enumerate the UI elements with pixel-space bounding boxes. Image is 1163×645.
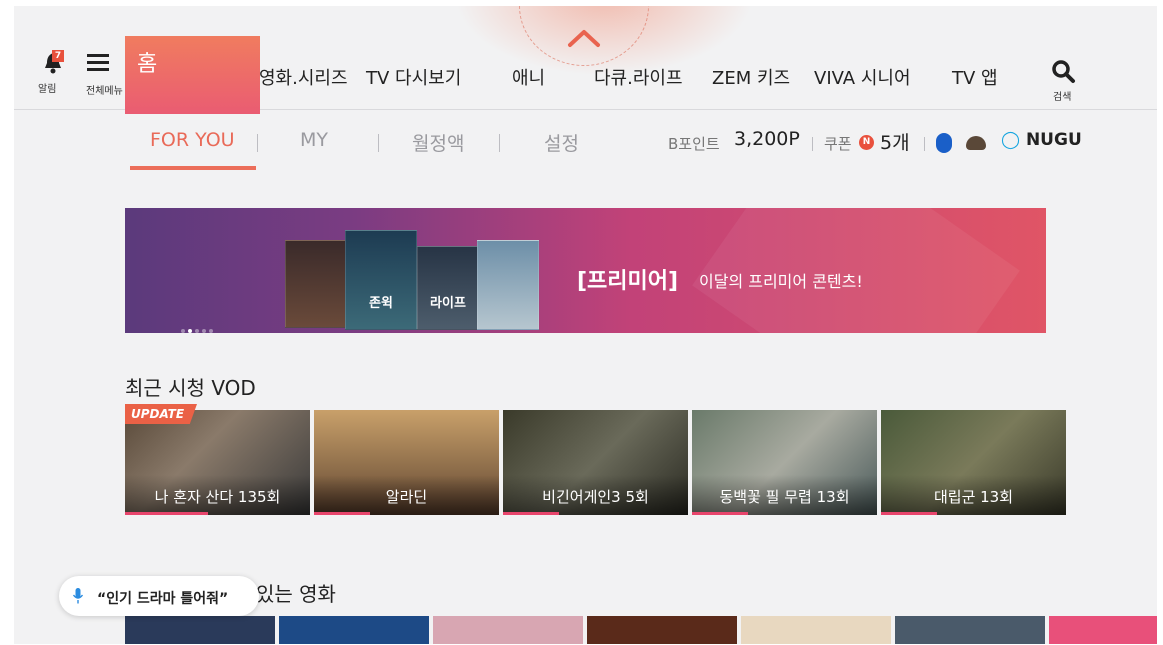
recent-vod-title: 최근 시청 VOD [125, 376, 256, 400]
coupon-count: 5개 [880, 132, 910, 154]
banner-poster [285, 240, 347, 328]
search-label: 검색 [1053, 92, 1072, 103]
nav-item-movies-series[interactable]: 영화.시리즈 [259, 64, 348, 90]
all-menu-label: 전체메뉴 [86, 86, 123, 97]
search-button[interactable]: 검색 [1048, 58, 1078, 104]
banner-poster: 존윅 [345, 230, 417, 330]
movies-section-title: 있는 영화 [256, 582, 336, 606]
tab-divider [499, 134, 500, 152]
banner-poster: 라이프 [417, 246, 479, 330]
nugu-logo[interactable]: ◯ NUGU [1001, 130, 1082, 150]
tab-divider [257, 134, 258, 152]
vod-card[interactable]: 나 혼자 산다 135회 [125, 410, 310, 515]
nav-item-zem-kids[interactable]: ZEM 키즈 [712, 64, 790, 90]
movie-card[interactable] [587, 616, 737, 644]
weather-icon [966, 136, 986, 150]
vod-title: 대립군 13회 [933, 488, 1014, 506]
nugu-icon: ◯ [1001, 130, 1026, 150]
poster-title: 존윅 [369, 296, 393, 311]
movie-card[interactable] [1049, 616, 1157, 644]
notification-count-badge: 7 [52, 50, 64, 62]
movie-card[interactable] [741, 616, 891, 644]
movie-card[interactable] [895, 616, 1045, 644]
vod-card[interactable]: 대립군 13회 [881, 410, 1066, 515]
nugu-label: NUGU [1025, 130, 1082, 150]
movie-card[interactable] [125, 616, 275, 644]
movie-card[interactable] [433, 616, 583, 644]
nav-item-tv-app[interactable]: TV 앱 [952, 64, 998, 90]
tab-settings[interactable]: 설정 [544, 129, 579, 156]
carousel-dots [181, 318, 216, 333]
notification-button[interactable]: 7 알림 [38, 50, 64, 102]
voice-hint-text: “인기 드라마 틀어줘” [97, 591, 229, 607]
all-menu-button[interactable]: 전체메뉴 [84, 50, 124, 105]
vod-title: 알라딘 [385, 488, 428, 506]
banner-poster [477, 240, 539, 330]
nav-item-anime[interactable]: 애니 [512, 64, 545, 90]
update-badge: UPDATE [125, 404, 197, 424]
vod-progress [503, 512, 559, 515]
notification-label: 알림 [38, 84, 57, 95]
nav-item-home[interactable]: 홈 [125, 36, 260, 114]
vod-title: 비긴어게인3 5회 [542, 488, 649, 506]
vod-card[interactable]: 동백꽃 필 무렵 13회 [692, 410, 877, 515]
b-points-value: 3,200P [734, 128, 800, 150]
premiere-banner[interactable]: 존윅 라이프 [프리미어] 이달의 프리미어 콘텐츠! [125, 208, 1046, 333]
b-points-label: B포인트 [668, 135, 720, 153]
divider [812, 137, 813, 151]
poster-title: 라이프 [430, 296, 466, 311]
movie-card[interactable] [279, 616, 429, 644]
tab-my[interactable]: MY [300, 129, 328, 151]
vod-progress [125, 512, 209, 515]
top-navigation: 7 알림 전체메뉴 홈 영화.시리즈 TV 다시보기 애니 다큐.라이프 ZEM… [14, 6, 1157, 114]
nav-item-tv-replay[interactable]: TV 다시보기 [366, 64, 461, 90]
microphone-icon [73, 588, 83, 604]
vod-card[interactable]: 비긴어게인3 5회 [503, 410, 688, 515]
nav-item-viva-senior[interactable]: VIVA 시니어 [814, 64, 911, 90]
tab-divider [378, 134, 379, 152]
home-label: 홈 [137, 52, 158, 77]
banner-subtitle: 이달의 프리미어 콘텐츠! [699, 272, 863, 291]
tv-home-screen: 7 알림 전체메뉴 홈 영화.시리즈 TV 다시보기 애니 다큐.라이프 ZEM… [14, 6, 1157, 644]
vod-card[interactable]: 알라딘 [314, 410, 499, 515]
vod-progress [692, 512, 748, 515]
vod-progress [881, 512, 937, 515]
tab-for-you[interactable]: FOR YOU [150, 129, 235, 151]
tab-subscription[interactable]: 월정액 [412, 129, 464, 156]
coupon-label: 쿠폰 [824, 135, 852, 153]
bluetooth-icon[interactable] [936, 133, 952, 153]
vod-progress [314, 512, 370, 515]
coupon-n-icon: N [859, 135, 874, 150]
divider [924, 137, 925, 151]
vod-title: 동백꽃 필 무렵 13회 [719, 488, 850, 506]
vod-title: 나 혼자 산다 135회 [154, 488, 281, 506]
nav-item-docu-life[interactable]: 다큐.라이프 [594, 64, 683, 90]
banner-title: [프리미어] [577, 269, 679, 294]
search-icon [1052, 60, 1075, 83]
voice-hint-pill[interactable]: “인기 드라마 틀어줘” [59, 576, 259, 616]
active-tab-indicator [130, 166, 256, 170]
hamburger-icon [84, 54, 124, 71]
